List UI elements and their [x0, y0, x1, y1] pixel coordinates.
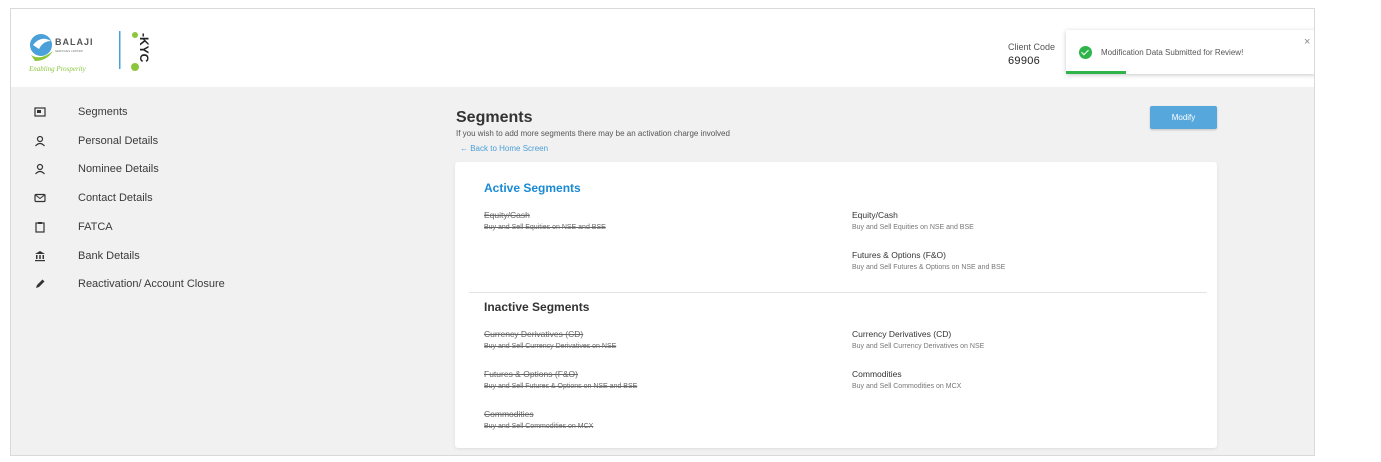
segment-name: Futures & Options (F&O): [484, 369, 578, 379]
user-icon: [35, 135, 45, 147]
back-to-home-link[interactable]: ← Back to Home Screen: [460, 144, 548, 153]
svg-text:-KYC: -KYC: [137, 33, 151, 63]
segment-description: Buy and Sell Commodities on MCX: [484, 423, 594, 430]
sidebar-item-label: Segments: [78, 106, 128, 118]
segment-description: Buy and Sell Commodities on MCX: [852, 383, 962, 390]
segments-card: Active Segments Equity/Cash Buy and Sell…: [455, 162, 1217, 448]
segment-name: Commodities: [484, 409, 534, 419]
sidebar-item-fatca[interactable]: FATCA: [11, 217, 311, 237]
clipboard-icon: [35, 222, 45, 233]
client-code-label: Client Code: [1008, 42, 1056, 52]
close-icon[interactable]: ×: [1304, 36, 1310, 48]
toast-progress-bar: [1066, 71, 1126, 74]
inactive-segment-left-item: Futures & Options (F&O) Buy and Sell Fut…: [484, 369, 637, 390]
sidebar-item-reactivation[interactable]: Reactivation/ Account Closure: [11, 274, 311, 294]
sidebar-item-label: Reactivation/ Account Closure: [78, 278, 225, 290]
app-window: BALAJI SERVICES LIMITED Enabling Prosper…: [10, 8, 1315, 456]
sidebar-item-segments[interactable]: Segments: [11, 102, 311, 122]
sidebar-item-label: FATCA: [78, 221, 113, 233]
pencil-icon: [36, 279, 45, 288]
sidebar-item-nominee-details[interactable]: Nominee Details: [11, 159, 311, 179]
client-code: Client Code 69906: [1008, 42, 1055, 67]
segment-name: Equity/Cash: [484, 210, 530, 220]
top-header: BALAJI SERVICES LIMITED Enabling Prosper…: [11, 9, 1314, 87]
modify-button[interactable]: Modify: [1150, 106, 1217, 129]
segment-description: Buy and Sell Equities on NSE and BSE: [484, 224, 606, 231]
segment-name: Currency Derivatives (CD): [852, 329, 952, 339]
segment-description: Buy and Sell Futures & Options on NSE an…: [484, 383, 638, 390]
active-segments-title: Active Segments: [484, 181, 581, 195]
sidebar-item-bank-details[interactable]: Bank Details: [11, 246, 311, 266]
sidebar-item-label: Bank Details: [78, 250, 140, 262]
inactive-segments-title: Inactive Segments: [484, 300, 590, 314]
client-code-value: 69906: [1008, 55, 1041, 67]
section-divider: [469, 292, 1207, 293]
sidebar-item-personal-details[interactable]: Personal Details: [11, 131, 311, 151]
svg-text:SERVICES LIMITED: SERVICES LIMITED: [55, 49, 84, 53]
sidebar-item-label: Nominee Details: [78, 163, 159, 175]
inactive-segment-left-item: Currency Derivatives (CD) Buy and Sell C…: [484, 329, 616, 350]
user-icon: [35, 163, 45, 175]
segment-description: Buy and Sell Futures & Options on NSE an…: [852, 264, 1006, 271]
brand-logo[interactable]: BALAJI SERVICES LIMITED Enabling Prosper…: [25, 27, 165, 75]
inactive-segment-left-item: Commodities Buy and Sell Commodities on …: [484, 409, 593, 430]
inactive-segment-right-item: Commodities Buy and Sell Commodities on …: [852, 369, 961, 390]
segment-name: Commodities: [852, 369, 902, 379]
active-segment-right-item: Futures & Options (F&O) Buy and Sell Fut…: [852, 250, 1005, 271]
segment-description: Buy and Sell Currency Derivatives on NSE: [484, 343, 617, 350]
active-segment-left-item: Equity/Cash Buy and Sell Equities on NSE…: [484, 210, 606, 231]
bank-icon: [35, 251, 45, 262]
page-title: Segments: [456, 109, 533, 126]
segment-description: Buy and Sell Equities on NSE and BSE: [852, 224, 974, 231]
inactive-segment-right-item: Currency Derivatives (CD) Buy and Sell C…: [852, 329, 984, 350]
segments-icon: [34, 107, 46, 117]
svg-text:BALAJI: BALAJI: [55, 37, 94, 47]
sidebar-item-contact-details[interactable]: Contact Details: [11, 188, 311, 208]
sidebar-item-label: Personal Details: [78, 135, 159, 147]
check-circle-icon: [1079, 46, 1092, 59]
mail-icon: [34, 193, 46, 203]
sidebar: Segments Personal Details Nominee Detail…: [11, 87, 441, 455]
segment-name: Currency Derivatives (CD): [484, 329, 584, 339]
segment-name: Equity/Cash: [852, 210, 898, 220]
sidebar-item-label: Contact Details: [78, 192, 153, 204]
toast-message: Modification Data Submitted for Review!: [1101, 48, 1244, 57]
segment-description: Buy and Sell Currency Derivatives on NSE: [852, 343, 985, 350]
active-segment-right-item: Equity/Cash Buy and Sell Equities on NSE…: [852, 210, 974, 231]
success-toast: Modification Data Submitted for Review! …: [1066, 30, 1314, 74]
svg-text:Enabling Prosperity: Enabling Prosperity: [28, 65, 87, 73]
segment-name: Futures & Options (F&O): [852, 250, 946, 260]
page-subtitle: If you wish to add more segments there m…: [456, 129, 730, 138]
